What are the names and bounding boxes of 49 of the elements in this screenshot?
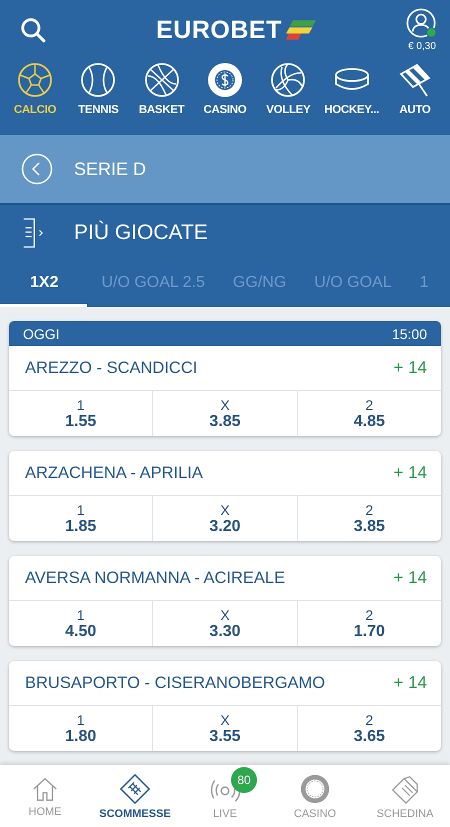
- match-name[interactable]: ARZACHENA - APRILIA: [25, 464, 203, 482]
- date-text: OGGI: [23, 326, 60, 342]
- match-name[interactable]: AVERSA NORMANNA - ACIREALE: [25, 568, 286, 588]
- more-markets-link[interactable]: + 14: [393, 673, 427, 693]
- odds-button[interactable]: 2 4.85: [298, 391, 441, 436]
- back-icon[interactable]: [21, 153, 53, 185]
- odds-button[interactable]: 1 1.80: [9, 706, 154, 751]
- league-title: SERIE D: [74, 158, 146, 180]
- checkered-flag-icon: [396, 62, 433, 98]
- more-markets-link[interactable]: + 14: [393, 463, 427, 483]
- chip-icon: [299, 772, 331, 804]
- more-markets-link[interactable]: + 14: [393, 358, 427, 378]
- chip-icon: [206, 62, 243, 98]
- user-icon[interactable]: [406, 8, 438, 40]
- search-icon[interactable]: [20, 17, 46, 43]
- odds-button[interactable]: X 3.55: [153, 706, 298, 751]
- nav-item[interactable]: 80 LIVE: [182, 765, 268, 827]
- match-name[interactable]: AREZZO - SCANDICCI: [25, 358, 198, 378]
- odds-button[interactable]: X 3.30: [153, 601, 298, 646]
- odds-button[interactable]: 1 1.85: [9, 496, 154, 541]
- odds-button[interactable]: X 3.20: [153, 496, 298, 541]
- more-markets-link[interactable]: + 14: [393, 568, 427, 588]
- market-tab[interactable]: 1X2: [0, 261, 88, 307]
- sport-tab[interactable]: VOLLEY: [257, 62, 320, 116]
- sport-tab[interactable]: TENNIS: [67, 62, 130, 116]
- sport-tab[interactable]: BASKET: [130, 62, 193, 116]
- logo-text: EUROBET: [156, 16, 282, 44]
- match-name[interactable]: BRUSAPORTO - CISERANOBERGAMO: [25, 674, 326, 692]
- odds-button[interactable]: 1 1.55: [9, 391, 154, 436]
- odds-button[interactable]: X 3.85: [153, 391, 298, 436]
- ball-icon: [144, 62, 180, 98]
- time-text: 15:00: [392, 326, 427, 342]
- ball-icon: [17, 62, 53, 98]
- count-badge: 80: [231, 766, 257, 792]
- odds-button[interactable]: 2 3.85: [298, 496, 441, 541]
- coupon-icon: [119, 772, 151, 804]
- sport-tab[interactable]: CALCIO: [4, 62, 66, 116]
- sport-tab[interactable]: AUTO: [384, 62, 446, 116]
- nav-item[interactable]: SCOMMESSE: [92, 765, 178, 827]
- ball-icon: [80, 62, 116, 98]
- odds-button[interactable]: 1 4.50: [9, 601, 154, 646]
- sport-tab[interactable]: HOCKEY...: [320, 62, 383, 116]
- odds-button[interactable]: 2 1.70: [298, 601, 441, 646]
- section-title: PIÙ GIOCATE: [74, 221, 208, 245]
- flag-icon: [286, 20, 316, 40]
- ball-icon: [270, 62, 306, 98]
- sport-tab[interactable]: CASINO: [194, 62, 256, 116]
- balance-text: € 0,30: [408, 41, 436, 52]
- odds-button[interactable]: 2 3.65: [298, 706, 441, 751]
